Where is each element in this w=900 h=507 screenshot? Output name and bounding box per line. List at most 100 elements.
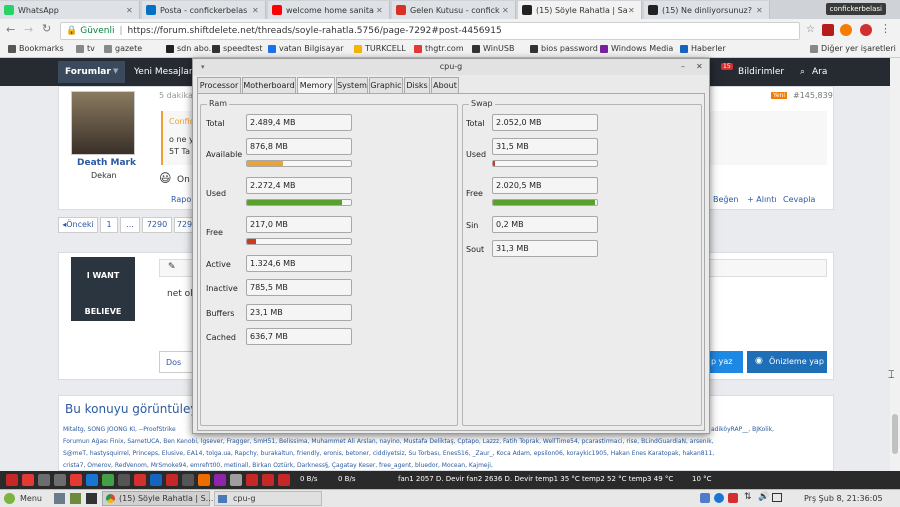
bookmark-item[interactable]: speedtest bbox=[212, 44, 263, 53]
search-icon[interactable]: ⌕ bbox=[800, 67, 805, 77]
bookmark-item[interactable]: Haberler bbox=[680, 44, 726, 53]
viewers-list[interactable]: adiköyRAP__, BJKolik, bbox=[711, 426, 774, 433]
close-tab-icon[interactable]: ✕ bbox=[502, 6, 511, 15]
clock[interactable]: Prş Şub 8, 21:36:05 bbox=[804, 494, 883, 503]
bluetooth-icon[interactable] bbox=[714, 493, 724, 503]
launcher-icon[interactable] bbox=[70, 474, 82, 486]
battery-icon[interactable] bbox=[772, 493, 782, 502]
close-tab-icon[interactable]: ✕ bbox=[126, 6, 135, 15]
bookmark-item[interactable]: TURKCELL bbox=[354, 44, 406, 53]
eraser-icon[interactable]: ✎ bbox=[168, 262, 176, 272]
bookmark-item[interactable]: vatan Bilgisayar bbox=[268, 44, 344, 53]
close-tab-icon[interactable]: ✕ bbox=[376, 6, 385, 15]
window-menu-icon[interactable]: ▾ bbox=[201, 59, 205, 75]
close-icon[interactable]: ✕ bbox=[696, 59, 703, 75]
launcher-icon[interactable] bbox=[230, 474, 242, 486]
address-bar[interactable]: 🔒 Güvenli | https://forum.shiftdelete.ne… bbox=[60, 22, 800, 40]
viewers-list[interactable]: S@meT, hastysquirrel, Princeps, Elusive,… bbox=[63, 450, 829, 457]
url-text[interactable]: https://forum.shiftdelete.net/threads/so… bbox=[128, 26, 502, 36]
tab-disks[interactable]: Disks bbox=[404, 77, 430, 93]
bookmark-item[interactable]: Diğer yer işaretleri bbox=[810, 44, 896, 53]
launcher-icon[interactable] bbox=[22, 474, 34, 486]
extension-icon[interactable] bbox=[822, 24, 834, 36]
network-icon[interactable]: ⇅ bbox=[744, 492, 752, 502]
launcher-icon[interactable] bbox=[278, 474, 290, 486]
launcher-icon[interactable] bbox=[166, 474, 178, 486]
minimize-icon[interactable]: – bbox=[681, 59, 685, 75]
tab-processor[interactable]: Processor bbox=[197, 77, 241, 93]
post-id[interactable]: #145,839 bbox=[793, 91, 833, 100]
bookmark-item[interactable]: gazete bbox=[104, 44, 142, 53]
bookmark-item[interactable]: tv bbox=[76, 44, 95, 53]
terminal-icon[interactable] bbox=[86, 493, 97, 504]
nav-ara[interactable]: Ara bbox=[812, 67, 827, 77]
pager-item[interactable]: ◂Önceki bbox=[58, 217, 98, 233]
tray-icon[interactable] bbox=[728, 493, 738, 503]
nav-bildirimler[interactable]: Bildirimler bbox=[738, 67, 784, 77]
tab-motherboard[interactable]: Motherboard bbox=[242, 77, 296, 93]
taskbar-item[interactable]: cpu-g bbox=[214, 491, 322, 506]
viewers-list[interactable]: Forumun Ağası Finix, SametUCA, Ben Kenob… bbox=[63, 438, 829, 445]
browser-tab[interactable]: Posta - confickerbelas ✕ bbox=[142, 1, 266, 19]
close-tab-icon[interactable]: ✕ bbox=[756, 6, 765, 15]
extension-icon[interactable] bbox=[860, 24, 872, 36]
pager-item[interactable]: ... bbox=[120, 217, 140, 233]
taskbar-item[interactable]: (15) Söyle Rahatla | S... bbox=[102, 491, 213, 506]
browser-tab[interactable]: WhatsApp ✕ bbox=[0, 1, 140, 19]
launcher-icon[interactable] bbox=[118, 474, 130, 486]
close-tab-icon[interactable]: ✕ bbox=[628, 6, 637, 15]
bookmark-item[interactable]: sdn abo. bbox=[166, 44, 211, 53]
avatar[interactable] bbox=[71, 91, 135, 155]
tab-graphic[interactable]: Graphic bbox=[369, 77, 403, 93]
tab-system[interactable]: System bbox=[336, 77, 368, 93]
scrollbar[interactable] bbox=[890, 58, 900, 471]
files-icon[interactable] bbox=[70, 493, 81, 504]
tray-icon[interactable] bbox=[700, 493, 710, 503]
viewers-list[interactable]: Mitaltg, SONG JOONG KI, --ProofStrike bbox=[63, 426, 176, 433]
viewers-list[interactable]: crista7, Omerov, RedVenom, MrSmoke94, em… bbox=[63, 462, 829, 469]
launcher-icon[interactable] bbox=[38, 474, 50, 486]
nav-forumlar[interactable]: Forumlar ▼ bbox=[58, 61, 125, 83]
reload-icon[interactable]: ↻ bbox=[42, 22, 51, 35]
bookmark-item[interactable]: Windows Media bbox=[600, 44, 673, 53]
bookmark-item[interactable]: bios password bbox=[530, 44, 598, 53]
menu-button[interactable]: Menu bbox=[20, 494, 42, 503]
forward-icon[interactable]: → bbox=[24, 23, 33, 36]
launcher-icon[interactable] bbox=[134, 474, 146, 486]
bookmark-item[interactable]: WinUSB bbox=[472, 44, 514, 53]
browser-tab[interactable]: (15) Söyle Rahatla | Sa ✕ bbox=[518, 1, 642, 19]
window-titlebar[interactable]: ▾ cpu-g – ✕ bbox=[193, 59, 709, 75]
avatar[interactable]: I WANT BELIEVE bbox=[71, 257, 135, 321]
pager-item[interactable]: 1 bbox=[100, 217, 118, 233]
extension-icon[interactable] bbox=[840, 24, 852, 36]
launcher-icon[interactable] bbox=[102, 474, 114, 486]
tab-memory[interactable]: Memory bbox=[297, 77, 335, 94]
report-link[interactable]: Rapo bbox=[171, 195, 191, 204]
back-icon[interactable]: ← bbox=[6, 23, 15, 36]
scrollbar-thumb[interactable] bbox=[892, 414, 898, 454]
star-icon[interactable]: ☆ bbox=[806, 24, 815, 35]
tab-about[interactable]: About bbox=[431, 77, 459, 93]
launcher-icon[interactable] bbox=[150, 474, 162, 486]
browser-tab[interactable]: Gelen Kutusu - confick ✕ bbox=[392, 1, 516, 19]
post-username[interactable]: Death Mark bbox=[77, 158, 136, 168]
reply-link[interactable]: Cevapla bbox=[783, 195, 815, 204]
bookmark-item[interactable]: Bookmarks bbox=[8, 44, 64, 53]
launcher-icon[interactable] bbox=[198, 474, 210, 486]
volume-icon[interactable]: 🔊 bbox=[758, 492, 769, 502]
reply-text[interactable]: net ol bbox=[167, 289, 193, 299]
pager-item[interactable]: 7290 bbox=[142, 217, 172, 233]
profile-badge[interactable]: confickerbelasi bbox=[825, 3, 886, 15]
browser-tab[interactable]: (15) Ne dinliyorsunuz? ✕ bbox=[644, 1, 770, 19]
launcher-icon[interactable] bbox=[54, 474, 66, 486]
launcher-icon[interactable] bbox=[182, 474, 194, 486]
launcher-icon[interactable] bbox=[214, 474, 226, 486]
launcher-icon[interactable] bbox=[86, 474, 98, 486]
like-link[interactable]: Beğen bbox=[713, 195, 738, 204]
launcher-icon[interactable] bbox=[246, 474, 258, 486]
launcher-icon[interactable] bbox=[262, 474, 274, 486]
browser-tab[interactable]: welcome home sanita ✕ bbox=[268, 1, 390, 19]
nav-yeni-mesajlar[interactable]: Yeni Mesajlar bbox=[134, 67, 193, 77]
send-button[interactable]: p yaz bbox=[709, 351, 743, 373]
close-tab-icon[interactable]: ✕ bbox=[252, 6, 261, 15]
